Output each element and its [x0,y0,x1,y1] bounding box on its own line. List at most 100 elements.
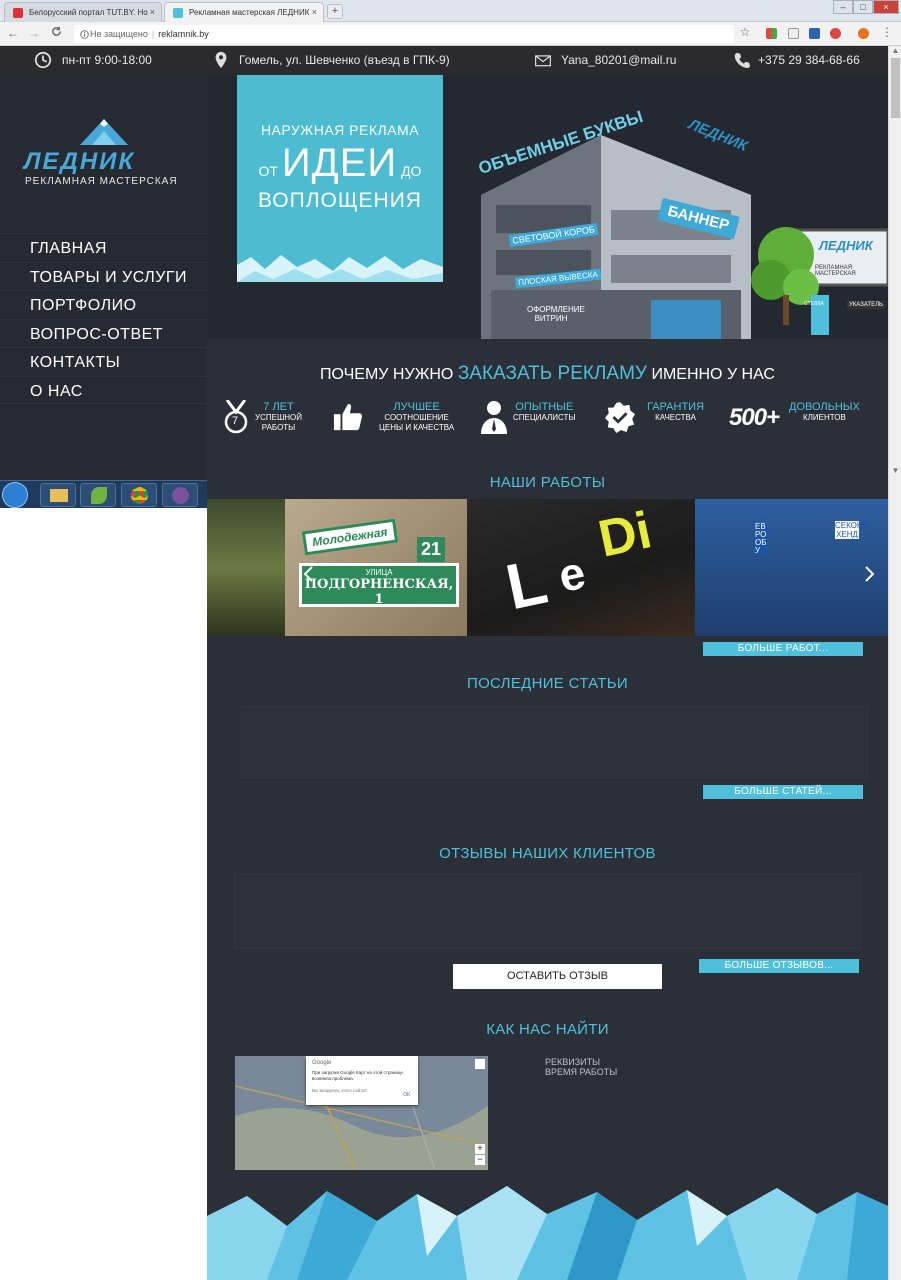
articles-list [241,706,868,778]
sign-street-label: УЛИЦА [365,568,393,577]
maximize-button[interactable]: □ [853,0,873,14]
main-menu: ГЛАВНАЯ ТОВАРЫ И УСЛУГИ ПОРТФОЛИО ВОПРОС… [0,233,207,404]
menu-item-about[interactable]: О НАС [0,375,207,404]
menu-item-products[interactable]: ТОВАРЫ И УСЛУГИ [0,261,207,291]
feature-title: ОПЫТНЫЕ [515,401,574,413]
new-tab-button[interactable]: + [327,4,343,19]
reviews-heading: ОТЗЫВЫ НАШИХ КЛИЕНТОВ [439,845,656,862]
hero-banner: НАРУЖНАЯ РЕКЛАМА ОТ ИДЕИ ДО ВОПЛОЩЕНИЯ О… [207,75,888,339]
menu-item-contacts[interactable]: КОНТАКТЫ [0,347,207,376]
download-extension-icon[interactable] [809,28,820,39]
scroll-thumb[interactable] [891,58,900,118]
office-address: Гомель, ул. Шевченко (въезд в ГПК-9) [239,53,450,67]
mail-icon [535,55,551,67]
phone-icon [734,52,751,69]
billboard-subtitle: РЕКЛАМНАЯ МАСТЕРСКАЯ [815,265,856,277]
feature-specialists: ОПЫТНЫЕ СПЕЦИАЛИСТЫ [479,400,579,440]
ledi-letters-di: Di [593,501,657,569]
map-zoom-out-button[interactable]: − [475,1155,485,1165]
scroll-down-icon[interactable]: ▼ [889,466,901,475]
menu-item-portfolio[interactable]: ПОРТФОЛИО [0,290,207,319]
leave-review-button[interactable]: ОСТАВИТЬ ОТЗЫВ [453,964,662,989]
hero-line-2: ОТ ИДЕИ ДО [237,141,443,186]
feature-clients: 500+ ДОВОЛЬНЫХ КЛИЕНТОВ [729,400,879,440]
ledi-letter-e: e [553,545,590,603]
sign-stella: СТЕЛЛА [804,301,824,307]
tab-lednik[interactable]: Рекламная мастерская ЛЕДНИК × [164,2,324,22]
footer-ice-decoration [207,1186,888,1280]
browser-menu-icon[interactable]: ⋮ [880,25,894,39]
more-works-button[interactable]: БОЛЬШЕ РАБОТ... [703,642,863,656]
feature-title: ДОВОЛЬНЫХ [789,401,860,413]
sign-window: ОФОРМЛЕНИЕ ВИТРИН [527,305,585,323]
logo-mountain-icon [80,119,128,145]
more-articles-button[interactable]: БОЛЬШЕ СТАТЕЙ... [703,785,863,799]
scroll-up-icon[interactable]: ▲ [889,46,901,55]
extension-icon[interactable] [766,28,777,39]
feature-title: 7 ЛЕТ [263,401,294,413]
feature-sub: ЦЕНЫ И КАЧЕСТВА [379,423,455,432]
reload-button[interactable] [49,26,63,40]
music-extension-icon[interactable] [788,28,799,39]
requisites-block: РЕКВИЗИТЫ ВРЕМЯ РАБОТЫ [545,1057,617,1077]
menu-item-home[interactable]: ГЛАВНАЯ [0,233,207,262]
taskbar-viber[interactable] [162,483,198,507]
hero-slogan-box: НАРУЖНАЯ РЕКЛАМА ОТ ИДЕИ ДО ВОПЛОЩЕНИЯ [237,75,443,282]
map-dialog-link[interactable]: Вы владелец этого сайта? [312,1088,412,1094]
contact-top-bar: пн-пт 9:00-18:00 Гомель, ул. Шевченко (в… [0,46,888,75]
email-link[interactable]: Yana_80201@mail.ru [561,53,676,67]
gallery-prev-icon[interactable] [303,566,315,582]
map-zoom-in-button[interactable]: + [475,1144,485,1154]
close-window-button[interactable]: × [873,0,899,14]
map-error-dialog: Google При загрузке Google Карт на этой … [306,1056,418,1105]
minimize-button[interactable]: – [833,0,853,14]
screen: { "browser": { "tabs": [ {"label": "Бело… [0,0,901,1280]
back-button[interactable]: ← [6,26,20,40]
close-tab-icon[interactable]: × [150,7,155,17]
map-dialog-title: Google [312,1060,332,1066]
work-time-link[interactable]: ВРЕМЯ РАБОТЫ [545,1067,617,1077]
taskbar-app-leaf[interactable] [80,483,116,507]
location-pin-icon [215,51,227,69]
browser-tab-bar: Белорусский портал TUT.BY. Но × Рекламна… [0,0,901,22]
windows-taskbar [0,480,207,508]
logo-name[interactable]: ЛЕДНИК [24,148,135,176]
requisites-link[interactable]: РЕКВИЗИТЫ [545,1057,617,1067]
start-button[interactable] [2,482,28,508]
profile-avatar-icon[interactable] [858,28,869,39]
forward-button[interactable]: → [27,26,41,40]
feature-title: ГАРАНТИЯ [647,401,705,413]
thumbs-up-icon [333,403,363,431]
hero-from: ОТ [258,163,278,179]
phone-prefix: +375 29 [758,53,802,67]
map-dialog-ok-button[interactable]: ОК [403,1092,410,1098]
find-us-heading: КАК НАС НАЙТИ [486,1021,609,1038]
adblock-extension-icon[interactable] [830,28,841,39]
why-accent: ЗАКАЗАТЬ РЕКЛАМУ [457,363,647,384]
phone-number[interactable]: +375 29 384-68-66 [758,53,860,67]
taskbar-explorer[interactable] [40,483,76,507]
work-hours: пн-пт 9:00-18:00 [62,53,152,67]
menu-item-faq[interactable]: ВОПРОС-ОТВЕТ [0,318,207,348]
hero-line-3: ВОПЛОЩЕНИЯ [258,189,422,212]
security-label: Не защищено [90,29,148,39]
shop-sign-1: ЕВРООБУ [755,522,767,555]
gallery-image-shop [207,499,285,636]
count-badge: 500+ [729,404,780,431]
specialist-icon [481,401,507,434]
gallery-next-icon[interactable] [863,566,875,582]
taskbar-chrome[interactable] [121,483,157,507]
bookmark-star-icon[interactable]: ☆ [738,25,752,39]
tab-label: Рекламная мастерская ЛЕДНИК [189,8,310,17]
more-reviews-button[interactable]: БОЛЬШЕ ОТЗЫВОВ... [699,959,859,973]
main-content: НАРУЖНАЯ РЕКЛАМА ОТ ИДЕИ ДО ВОПЛОЩЕНИЯ О… [207,75,888,1280]
page-scrollbar[interactable]: ▲ ▼ [888,46,901,1280]
tab-tutby[interactable]: Белорусский портал TUT.BY. Но × [4,2,162,22]
close-tab-icon[interactable]: × [312,7,317,17]
google-map[interactable]: Google При загрузке Google Карт на этой … [235,1056,488,1170]
hero-idea: ИДЕИ [281,141,398,185]
feature-sub: СПЕЦИАЛИСТЫ [513,413,576,422]
url-field[interactable]: Не защищено | reklamnik.by [74,25,734,43]
feature-price-quality: ЛУЧШЕЕ СООТНОШЕНИЕ ЦЕНЫ И КАЧЕСТВА [333,400,455,440]
map-fullscreen-icon[interactable] [475,1059,485,1069]
